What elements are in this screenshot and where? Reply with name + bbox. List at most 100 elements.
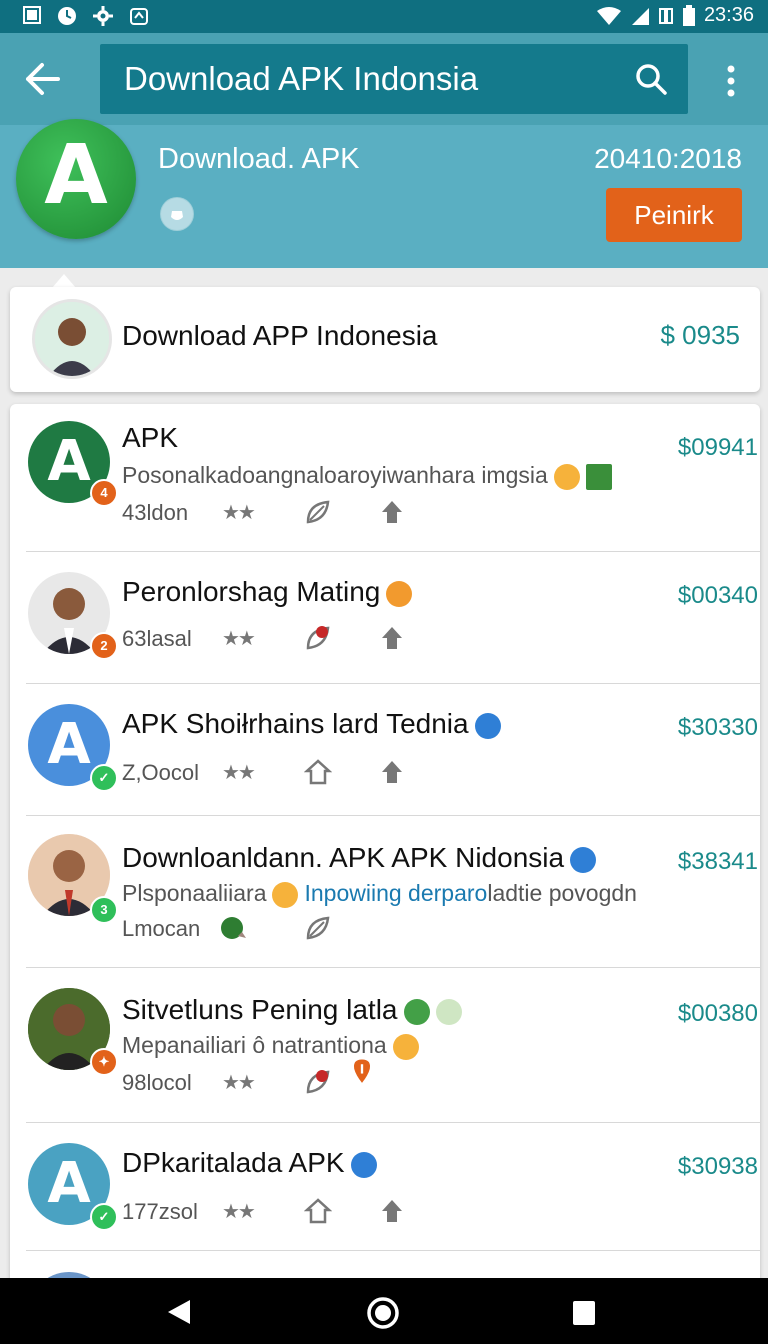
home-icon xyxy=(304,759,332,785)
rating-stars-icon: ★★ xyxy=(222,762,256,784)
featured-card[interactable]: Download APP Indonesia $ 0935 xyxy=(10,287,760,392)
list-item-meta: 63lasal xyxy=(122,626,192,651)
list-item-meta: Z,Oocol xyxy=(122,760,200,785)
list-item-meta: 43ldon xyxy=(122,500,189,525)
home-icon xyxy=(304,1198,332,1224)
list-item[interactable]: A ✓ APK Shoiłrhains lard Tednia Z,Oocol … xyxy=(26,684,760,816)
list-item-title: APK xyxy=(122,422,179,453)
header-date: 20410:2018 xyxy=(594,143,742,174)
list-item-meta: Lmocan xyxy=(122,916,201,941)
app-logo: A xyxy=(16,119,136,239)
pixel-emoji-icon xyxy=(585,463,612,490)
wifi-icon xyxy=(596,6,621,25)
list-item-title: DPkaritalada APK xyxy=(122,1147,377,1179)
list-item[interactable]: 3 Downloanldann. APK APK Nidonsia Plspon… xyxy=(26,816,760,968)
rating-stars-icon: ★★ xyxy=(222,628,256,650)
clock-time: 23:36 xyxy=(703,4,754,26)
gallery-icon xyxy=(23,6,41,24)
surprised-emoji-icon xyxy=(386,580,413,607)
avatar xyxy=(32,299,112,379)
list-item-price: $00340 xyxy=(677,582,758,609)
leaf-icon xyxy=(306,916,330,940)
data-icon xyxy=(658,7,673,24)
list-item-title-text: DPkaritalada APK xyxy=(122,1147,345,1178)
list-item-price: $30330 xyxy=(677,714,758,741)
clock-icon xyxy=(58,7,76,25)
upload-icon xyxy=(382,1200,402,1222)
subtitle-link[interactable]: Inpowiing derparo xyxy=(304,880,487,906)
list-item-title-text: Peronlorshag Mating xyxy=(122,576,381,607)
list-item[interactable]: 2 Peronlorshag Mating 63lasal ★★ $00340 xyxy=(26,552,760,684)
notification-icons xyxy=(22,5,150,27)
list-item-title-text: Sitvetluns Pening latla xyxy=(122,994,398,1025)
list-item-subtitle-tail: ladtie povogdn xyxy=(487,880,637,906)
battery-icon xyxy=(682,4,695,26)
list-item-title: APK Shoiłrhains lard Tednia xyxy=(122,708,501,740)
rating-stars-icon: ★★ xyxy=(222,1201,256,1223)
list-item-meta: 98locol xyxy=(122,1070,192,1095)
list-item[interactable]: A 4 APK Posonalkadoangnaloarοyiwanhara i… xyxy=(26,404,760,552)
list-item-price: $09941 xyxy=(677,434,758,461)
overflow-menu-icon[interactable] xyxy=(718,61,744,101)
list-item-price: $00380 xyxy=(677,1000,758,1027)
face-emoji-icon xyxy=(553,463,580,490)
featured-price: $ 0935 xyxy=(660,320,740,350)
list-item-subtitle-text: Posonalkadoangnaloarοyiwanhara imgsia xyxy=(122,462,548,488)
verified-badge: ✓ xyxy=(90,764,118,792)
rating-stars-icon: ★★ xyxy=(222,502,256,524)
list-item-title: Downloanldann. APK APK Nidonsia xyxy=(122,842,597,874)
shield-chip-icon xyxy=(160,197,194,231)
system-indicators: 23:36 xyxy=(596,4,754,27)
list-item[interactable]: A ✓ DPkaritalada APK 177zsol ★★ $30938 xyxy=(26,1123,760,1251)
home-nav-icon[interactable] xyxy=(366,1296,400,1330)
upload-icon xyxy=(382,501,402,523)
list-item[interactable]: ✦ Sitvetluns Pening latla Mepanailiari ô… xyxy=(26,968,760,1123)
verified-icon xyxy=(474,712,501,739)
smile-emoji-icon xyxy=(392,1033,419,1060)
header-title: Download. APK xyxy=(158,143,360,175)
list-item-title-text: APK Shoiłrhains lard Tednia xyxy=(122,708,469,739)
list-item-title: Peronlorshag Mating xyxy=(122,576,413,608)
list-item-subtitle: Posonalkadoangnaloarοyiwanhara imgsia xyxy=(122,462,612,490)
app-list: A 4 APK Posonalkadoangnaloarοyiwanhara i… xyxy=(10,404,760,1304)
leaf-icon xyxy=(306,500,330,524)
list-item-title-text: Downloanldann. APK APK Nidonsia xyxy=(122,842,565,873)
status-badge: ✦ xyxy=(90,1048,118,1076)
back-arrow-icon[interactable] xyxy=(22,59,66,99)
grin-emoji-icon xyxy=(272,881,299,908)
featured-title: Download APP Indonesia xyxy=(122,320,438,351)
count-badge: 4 xyxy=(90,479,118,507)
search-title: Download APK Indonsia xyxy=(124,60,479,97)
app-notification-icon xyxy=(130,8,148,25)
leaf-icon xyxy=(306,1070,330,1094)
rating-stars-icon: ★★ xyxy=(222,1072,256,1094)
settings-icon xyxy=(93,6,113,26)
count-badge: 2 xyxy=(90,632,118,660)
turtle-emoji-icon xyxy=(221,917,246,939)
app-bar: Download APK Indonsia xyxy=(0,33,768,125)
search-bar[interactable]: Download APK Indonsia xyxy=(100,44,688,114)
balloon-icon xyxy=(354,1059,370,1083)
recents-nav-icon[interactable] xyxy=(572,1300,596,1326)
list-item-subtitle-text: Plsponaaliiara xyxy=(122,880,267,906)
list-item-meta: 177zsol xyxy=(122,1199,198,1224)
status-bar: 23:36 xyxy=(0,0,768,33)
header-action-button[interactable]: Peinirk xyxy=(606,188,742,242)
check-emoji-icon xyxy=(403,998,430,1025)
app-header: A Download. APK 20410:2018 Peinirk xyxy=(0,119,768,268)
verified-icon xyxy=(570,846,597,873)
list-item-subtitle: Plsponaaliiara Inpowiing derparoladtie po… xyxy=(122,880,637,908)
count-badge: 3 xyxy=(90,896,118,924)
featured-pointer xyxy=(52,274,76,288)
navigation-bar xyxy=(0,1278,768,1344)
frog-emoji-icon xyxy=(435,998,462,1025)
back-nav-icon[interactable] xyxy=(166,1298,192,1326)
verified-icon xyxy=(350,1151,377,1178)
search-icon[interactable] xyxy=(634,62,668,96)
verified-badge: ✓ xyxy=(90,1203,118,1231)
list-item-subtitle-text: Mepanailiari ô natrantiona xyxy=(122,1032,387,1058)
list-item-title: Sitvetluns Pening latla xyxy=(122,994,462,1026)
leaf-icon xyxy=(306,626,330,650)
list-item-price: $38341 xyxy=(677,848,758,875)
signal-icon xyxy=(631,7,649,25)
